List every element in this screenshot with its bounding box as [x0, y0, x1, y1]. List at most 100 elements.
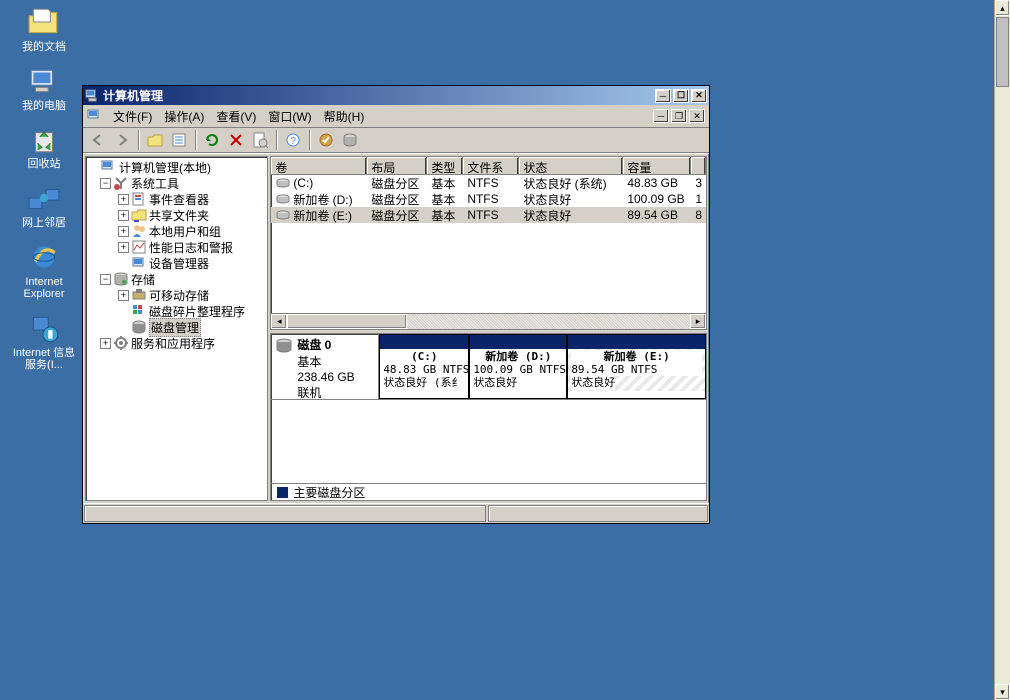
menu-window[interactable]: 窗口(W): [262, 106, 317, 127]
expand-icon[interactable]: +: [100, 338, 111, 349]
expand-icon[interactable]: +: [118, 290, 129, 301]
refresh-button[interactable]: [201, 129, 223, 151]
tree-perf[interactable]: + 性能日志和警报: [88, 239, 265, 255]
child-close-button[interactable]: ✕: [689, 109, 705, 123]
scroll-down-button[interactable]: ▾: [995, 684, 1010, 700]
close-button[interactable]: ✕: [691, 89, 707, 103]
list-hscroll[interactable]: ◂ ▸: [271, 313, 706, 329]
col-fs[interactable]: 文件系统: [463, 157, 519, 174]
properties2-button[interactable]: [249, 129, 271, 151]
col-layout[interactable]: 布局: [367, 157, 427, 174]
desktop-icon-recycle[interactable]: 回收站: [8, 122, 80, 171]
status-pane-2: [488, 505, 708, 522]
tree-users[interactable]: + 本地用户和组: [88, 223, 265, 239]
minimize-button[interactable]: ─: [655, 89, 671, 103]
icon-label: 回收站: [28, 158, 61, 171]
disk-graphical-view: 磁盘 0 基本 238.46 GB 联机 (C:) 48.83 GB NTFS: [270, 333, 707, 501]
harddisk-icon: [275, 336, 293, 354]
storage-icon: [113, 271, 129, 287]
list-header: 卷 布局 类型 文件系统 状态 容量: [271, 157, 706, 175]
desktop-icon-mycomputer[interactable]: 我的电脑: [8, 64, 80, 113]
tree-storage[interactable]: − 存储: [88, 271, 265, 287]
list-row[interactable]: 新加卷 (E:) 磁盘分区 基本 NTFS 状态良好 89.54 GB 8: [271, 207, 706, 223]
col-volume[interactable]: 卷: [271, 157, 367, 174]
drive-icon: [275, 177, 291, 189]
drive-icon: [275, 209, 291, 221]
help-button[interactable]: ?: [282, 129, 304, 151]
col-type[interactable]: 类型: [427, 157, 463, 174]
scroll-up-button[interactable]: ▴: [995, 0, 1010, 16]
scroll-right-button[interactable]: ▸: [690, 314, 706, 329]
tree-removable[interactable]: + 可移动存储: [88, 287, 265, 303]
event-icon: [131, 191, 147, 207]
tree-services[interactable]: + 服务和应用程序: [88, 335, 265, 351]
tree-root[interactable]: 计算机管理(本地): [88, 159, 265, 175]
col-capacity[interactable]: 容量: [623, 157, 691, 174]
hscroll-thumb[interactable]: [287, 314, 407, 329]
legend: 主要磁盘分区: [271, 483, 706, 500]
maximize-button[interactable]: ☐: [673, 89, 689, 103]
device-icon: [131, 255, 147, 271]
desktop-icon-documents[interactable]: 我的文档: [8, 5, 80, 54]
menubar: 文件(F) 操作(A) 查看(V) 窗口(W) 帮助(H) ─ ❐ ✕: [83, 105, 709, 127]
disk-label[interactable]: 磁盘 0 基本 238.46 GB 联机: [271, 334, 379, 399]
collapse-icon[interactable]: −: [100, 178, 111, 189]
toolbar: ?: [83, 127, 709, 153]
scroll-thumb[interactable]: [996, 17, 1009, 87]
desktop-icon-iis[interactable]: Internet 信息服务(I...: [8, 311, 80, 372]
menu-view[interactable]: 查看(V): [210, 106, 262, 127]
computer-icon: [101, 159, 117, 175]
menu-file[interactable]: 文件(F): [107, 106, 158, 127]
scroll-left-button[interactable]: ◂: [271, 314, 287, 329]
titlebar[interactable]: 计算机管理 ─ ☐ ✕: [83, 86, 709, 105]
svg-text:?: ?: [290, 136, 296, 147]
statusbar: [83, 503, 709, 523]
col-status[interactable]: 状态: [519, 157, 623, 174]
page-scrollbar[interactable]: ▴ ▾: [994, 0, 1010, 700]
list-row[interactable]: 新加卷 (D:) 磁盘分区 基本 NTFS 状态良好 100.09 GB 1: [271, 191, 706, 207]
icon-label: 我的文档: [22, 41, 66, 54]
desktop-icon-ie[interactable]: Internet Explorer: [8, 240, 80, 301]
volume-list: 卷 布局 类型 文件系统 状态 容量 (C:) 磁盘分区 基本 NTFS 状态良…: [270, 156, 707, 330]
tree-shared[interactable]: + 共享文件夹: [88, 207, 265, 223]
collapse-icon[interactable]: −: [100, 274, 111, 285]
icon-label: 网上邻居: [22, 217, 66, 230]
up-button[interactable]: [144, 129, 166, 151]
disk-icon-button[interactable]: [339, 129, 361, 151]
expand-icon[interactable]: +: [118, 194, 129, 205]
tree-panel[interactable]: 计算机管理(本地) − 系统工具 + 事件查看器 + 共享文件夹: [85, 156, 268, 501]
tree-tools[interactable]: − 系统工具: [88, 175, 265, 191]
expand-icon[interactable]: +: [118, 226, 129, 237]
tree-devmgr[interactable]: 设备管理器: [88, 255, 265, 271]
partition-d[interactable]: 新加卷 (D:) 100.09 GB NTFS 状态良好: [469, 334, 567, 399]
icon-label: Internet 信息服务(I...: [8, 347, 80, 372]
expand-icon[interactable]: +: [118, 242, 129, 253]
drive-icon: [275, 193, 291, 205]
forward-button[interactable]: [111, 129, 133, 151]
menu-help[interactable]: 帮助(H): [318, 106, 371, 127]
list-row[interactable]: (C:) 磁盘分区 基本 NTFS 状态良好 (系统) 48.83 GB 3: [271, 175, 706, 191]
perf-icon: [131, 239, 147, 255]
properties-button[interactable]: [168, 129, 190, 151]
back-button[interactable]: [87, 129, 109, 151]
partition-c[interactable]: (C:) 48.83 GB NTFS 状态良好 (系纟: [379, 334, 469, 399]
partition-e[interactable]: 新加卷 (E:) 89.54 GB NTFS 状态良好: [567, 334, 706, 399]
col-more[interactable]: [691, 157, 706, 174]
disk-row[interactable]: 磁盘 0 基本 238.46 GB 联机 (C:) 48.83 GB NTFS: [271, 334, 706, 400]
wizard-button[interactable]: [315, 129, 337, 151]
users-icon: [131, 223, 147, 239]
delete-button[interactable]: [225, 129, 247, 151]
tools-icon: [113, 175, 129, 191]
services-icon: [113, 335, 129, 351]
removable-icon: [131, 287, 147, 303]
menu-action[interactable]: 操作(A): [158, 106, 210, 127]
child-restore-button[interactable]: ❐: [671, 109, 687, 123]
tree-event[interactable]: + 事件查看器: [88, 191, 265, 207]
desktop-icon-network[interactable]: 网上邻居: [8, 181, 80, 230]
tree-diskmgmt[interactable]: 磁盘管理: [88, 319, 265, 335]
legend-swatch: [277, 487, 288, 498]
icon-label: 我的电脑: [22, 100, 66, 113]
expand-icon[interactable]: +: [118, 210, 129, 221]
diskmgmt-icon: [131, 319, 147, 335]
child-minimize-button[interactable]: ─: [653, 109, 669, 123]
